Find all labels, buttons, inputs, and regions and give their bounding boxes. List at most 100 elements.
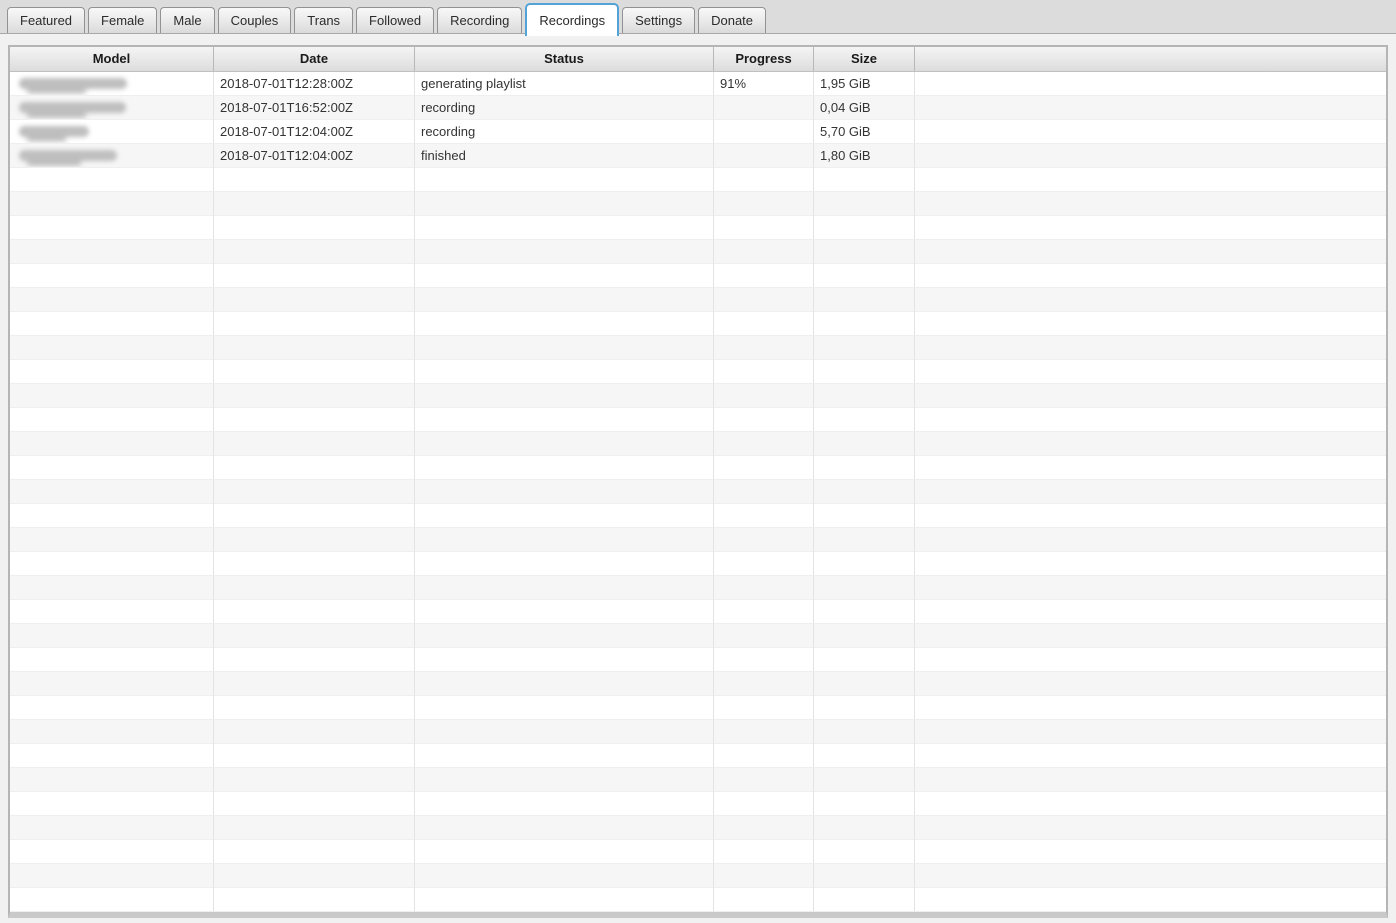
empty-cell [714, 768, 814, 792]
empty-cell [10, 336, 214, 360]
empty-cell [415, 168, 714, 192]
empty-cell [10, 768, 214, 792]
empty-cell [714, 600, 814, 624]
empty-cell [415, 216, 714, 240]
empty-cell [714, 168, 814, 192]
empty-cell [415, 384, 714, 408]
tab-featured[interactable]: Featured [7, 7, 85, 33]
empty-cell [915, 216, 1386, 240]
tab-female[interactable]: Female [88, 7, 157, 33]
model-cell [10, 120, 214, 144]
empty-cell [10, 744, 214, 768]
empty-cell [714, 456, 814, 480]
empty-cell [415, 816, 714, 840]
empty-cell [10, 792, 214, 816]
empty-cell [814, 432, 915, 456]
empty-cell [714, 720, 814, 744]
empty-cell [714, 336, 814, 360]
empty-cell [915, 864, 1386, 888]
table-row-empty [10, 864, 1386, 888]
table-row-empty [10, 552, 1386, 576]
empty-cell [10, 312, 214, 336]
empty-cell [814, 216, 915, 240]
empty-cell [814, 408, 915, 432]
tab-trans[interactable]: Trans [294, 7, 353, 33]
empty-cell [214, 552, 415, 576]
table-row-empty [10, 240, 1386, 264]
tab-recordings[interactable]: Recordings [525, 3, 619, 36]
empty-cell [214, 864, 415, 888]
empty-cell [814, 528, 915, 552]
empty-cell [814, 360, 915, 384]
empty-cell [915, 408, 1386, 432]
tab-male[interactable]: Male [160, 7, 214, 33]
empty-cell [415, 456, 714, 480]
tab-settings[interactable]: Settings [622, 7, 695, 33]
empty-cell [10, 720, 214, 744]
empty-cell [814, 192, 915, 216]
table-row-empty [10, 696, 1386, 720]
tab-recording[interactable]: Recording [437, 7, 522, 33]
status-cell: generating playlist [415, 72, 714, 96]
empty-cell [915, 240, 1386, 264]
empty-cell [10, 576, 214, 600]
table-row[interactable]: 2018-07-01T12:04:00Z finished 1,80 GiB [10, 144, 1386, 168]
table-row-empty [10, 360, 1386, 384]
tab-couples[interactable]: Couples [218, 7, 292, 33]
empty-cell [714, 288, 814, 312]
table-row[interactable]: 2018-07-01T16:52:00Z recording 0,04 GiB [10, 96, 1386, 120]
progress-cell [714, 144, 814, 168]
column-header-model[interactable]: Model [10, 47, 214, 71]
empty-cell [214, 672, 415, 696]
empty-cell [214, 384, 415, 408]
empty-cell [415, 240, 714, 264]
table-row-empty [10, 600, 1386, 624]
column-header-size[interactable]: Size [814, 47, 915, 71]
tab-label: Donate [711, 13, 753, 28]
empty-cell [214, 408, 415, 432]
tab-followed[interactable]: Followed [356, 7, 434, 33]
empty-cell [915, 672, 1386, 696]
empty-cell [214, 264, 415, 288]
empty-cell [915, 336, 1386, 360]
empty-cell [415, 192, 714, 216]
table-row[interactable]: 2018-07-01T12:04:00Z recording 5,70 GiB [10, 120, 1386, 144]
empty-cell [10, 288, 214, 312]
status-cell: recording [415, 96, 714, 120]
empty-cell [214, 168, 415, 192]
status-cell: recording [415, 120, 714, 144]
empty-cell [415, 624, 714, 648]
empty-cell [814, 288, 915, 312]
table-row-empty [10, 744, 1386, 768]
empty-cell [10, 672, 214, 696]
table-row[interactable]: 2018-07-01T12:28:00Z generating playlist… [10, 72, 1386, 96]
empty-cell [915, 792, 1386, 816]
empty-cell [214, 816, 415, 840]
empty-cell [10, 264, 214, 288]
empty-cell [10, 864, 214, 888]
empty-cell [915, 744, 1386, 768]
empty-cell [10, 216, 214, 240]
column-header-status[interactable]: Status [415, 47, 714, 71]
empty-cell [415, 360, 714, 384]
table-row-empty [10, 816, 1386, 840]
empty-cell [714, 504, 814, 528]
empty-cell [714, 216, 814, 240]
empty-cell [814, 744, 915, 768]
empty-cell [915, 888, 1386, 912]
column-header-progress[interactable]: Progress [714, 47, 814, 71]
model-cell [10, 96, 214, 120]
empty-cell [214, 456, 415, 480]
empty-cell [214, 336, 415, 360]
column-header-date[interactable]: Date [214, 47, 415, 71]
table-row-empty [10, 768, 1386, 792]
tab-donate[interactable]: Donate [698, 7, 766, 33]
empty-cell [10, 624, 214, 648]
size-cell: 5,70 GiB [814, 120, 915, 144]
empty-cell [10, 480, 214, 504]
empty-cell [415, 504, 714, 528]
progress-cell [714, 120, 814, 144]
table-row-empty [10, 624, 1386, 648]
empty-cell [415, 864, 714, 888]
empty-cell [915, 600, 1386, 624]
